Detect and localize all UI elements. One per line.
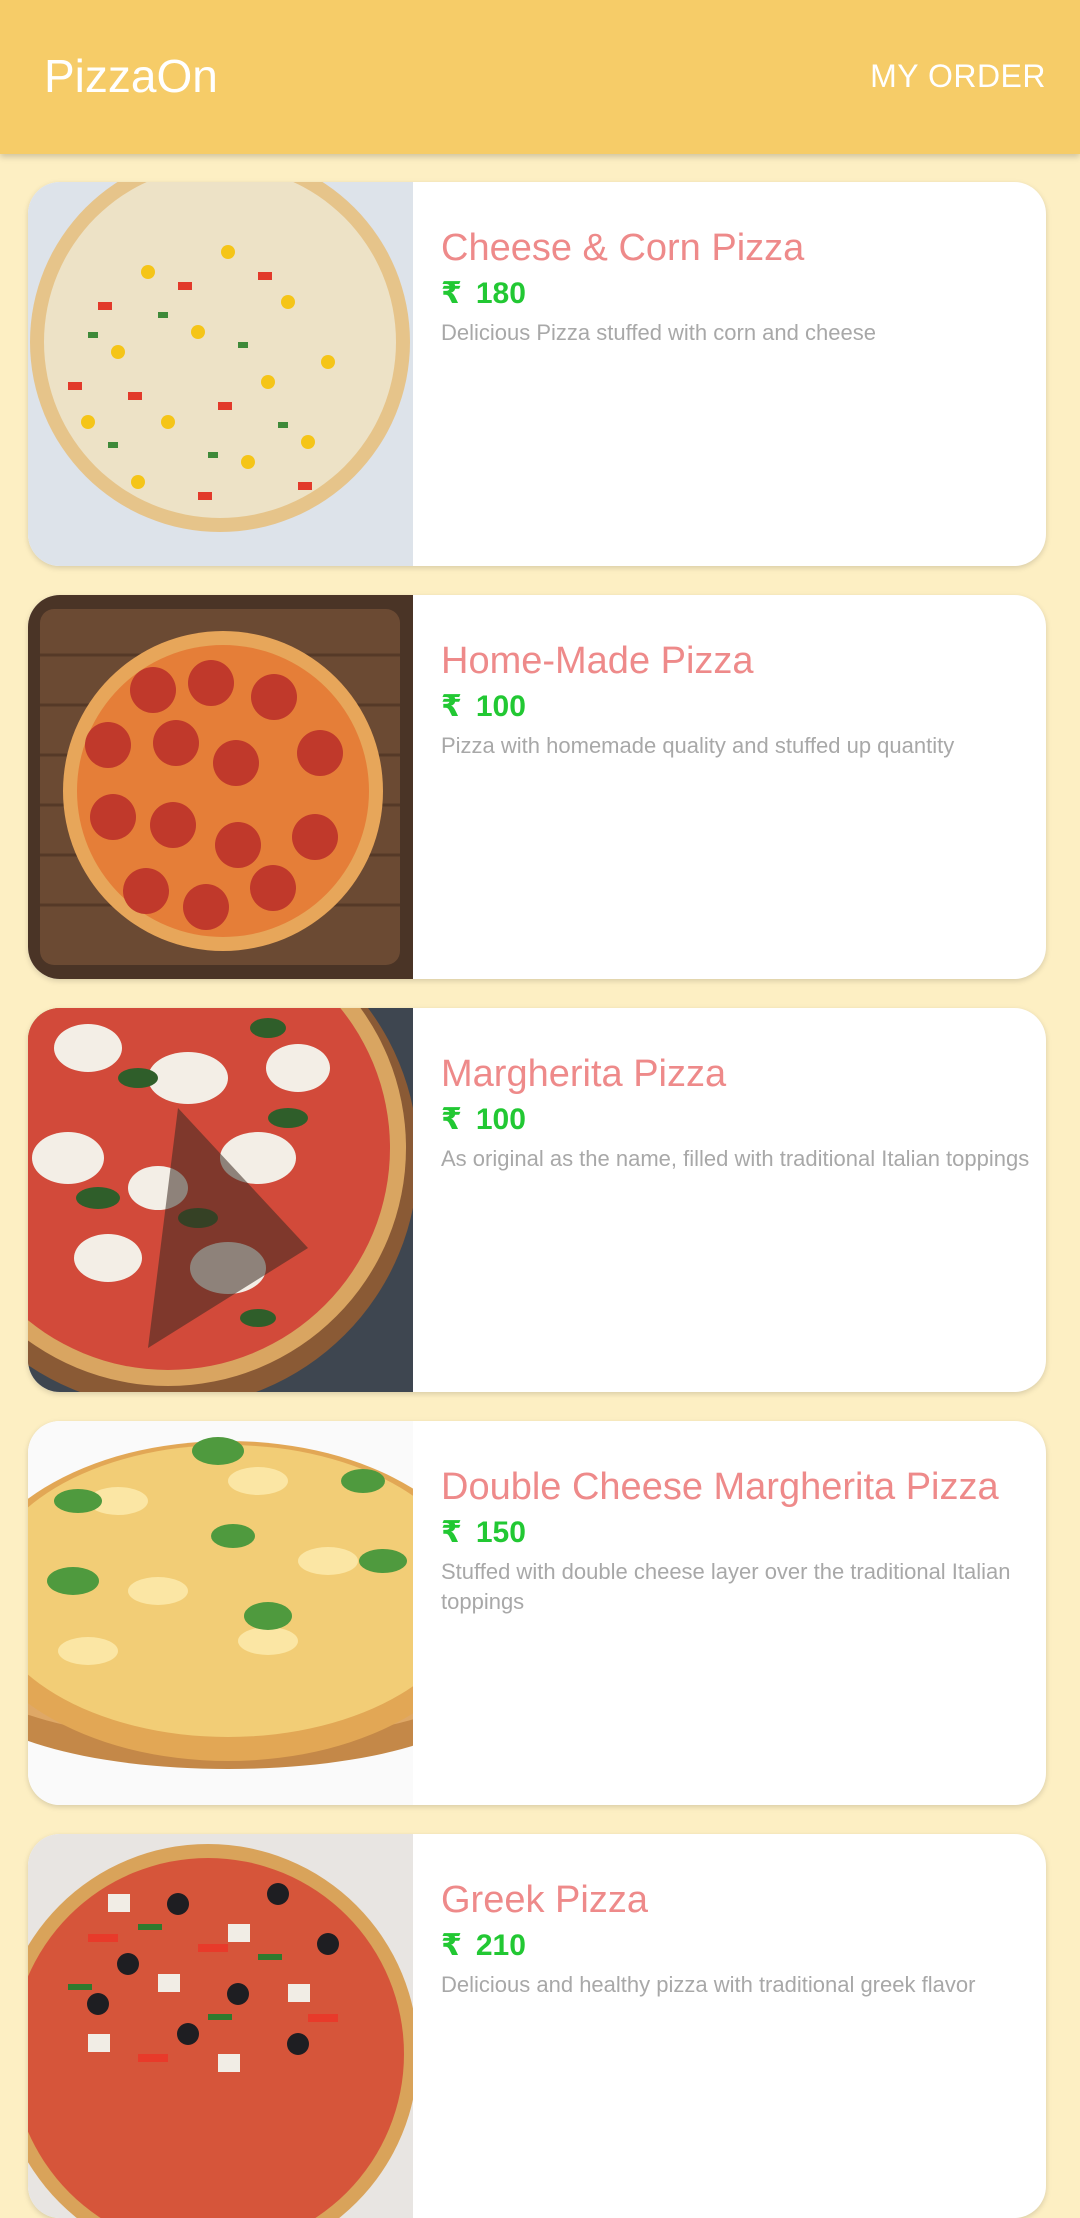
currency-symbol: ₹ [441, 277, 462, 310]
pizza-name: Margherita Pizza [441, 1053, 727, 1095]
double-cheese-pizza-image [28, 1421, 413, 1805]
app-bar: PizzaOn MY ORDER [0, 0, 1080, 154]
pizza-description: Stuffed with double cheese layer over th… [441, 1559, 1011, 1614]
pepperoni-pizza-image [28, 595, 413, 979]
pizza-card-double-cheese[interactable]: Double Cheese Margherita Pizza ₹150 Stuf… [28, 1421, 1046, 1805]
currency-symbol: ₹ [441, 1516, 462, 1549]
pizza-card-cheese-corn[interactable]: Cheese & Corn Pizza ₹180 Delicious Pizza… [28, 182, 1046, 566]
currency-symbol: ₹ [441, 1103, 462, 1136]
pizza-price: ₹100 [441, 1100, 1036, 1140]
pizza-description: As original as the name, filled with tra… [441, 1146, 1030, 1171]
pizza-info: Greek Pizza ₹210 Delicious and healthy p… [441, 1876, 1036, 2000]
my-order-button[interactable]: MY ORDER [870, 56, 1046, 96]
pizza-list[interactable]: Cheese & Corn Pizza ₹180 Delicious Pizza… [0, 0, 1080, 2218]
pizza-card-margherita[interactable]: Margherita Pizza ₹100 As original as the… [28, 1008, 1046, 1392]
greek-pizza-image [28, 1834, 413, 2218]
price-value: 100 [475, 1103, 526, 1136]
pizza-info: Margherita Pizza ₹100 As original as the… [441, 1050, 1036, 1174]
pizza-card-greek[interactable]: Greek Pizza ₹210 Delicious and healthy p… [28, 1834, 1046, 2218]
pizza-name: Cheese & Corn Pizza [441, 227, 805, 269]
pizza-name: Home-Made Pizza [441, 640, 754, 682]
pizza-description: Delicious and healthy pizza with traditi… [441, 1972, 976, 1997]
pizza-price: ₹100 [441, 687, 1036, 727]
app-title: PizzaOn [44, 50, 218, 102]
price-value: 100 [475, 690, 526, 723]
currency-symbol: ₹ [441, 1929, 462, 1962]
pizza-price: ₹180 [441, 274, 1036, 314]
pizza-price: ₹150 [441, 1513, 1036, 1553]
currency-symbol: ₹ [441, 690, 462, 723]
cheese-corn-pizza-image [28, 182, 413, 566]
pizza-name: Double Cheese Margherita Pizza [441, 1466, 999, 1508]
price-value: 210 [475, 1929, 526, 1962]
price-value: 180 [475, 277, 526, 310]
pizza-info: Cheese & Corn Pizza ₹180 Delicious Pizza… [441, 224, 1036, 348]
price-value: 150 [475, 1516, 526, 1549]
pizza-price: ₹210 [441, 1926, 1036, 1966]
pizza-info: Double Cheese Margherita Pizza ₹150 Stuf… [441, 1463, 1036, 1617]
margherita-pizza-image [28, 1008, 413, 1392]
pizza-card-home-made[interactable]: Home-Made Pizza ₹100 Pizza with homemade… [28, 595, 1046, 979]
pizza-name: Greek Pizza [441, 1879, 648, 1921]
pizza-description: Delicious Pizza stuffed with corn and ch… [441, 320, 876, 345]
pizza-info: Home-Made Pizza ₹100 Pizza with homemade… [441, 637, 1036, 761]
pizza-description: Pizza with homemade quality and stuffed … [441, 733, 955, 758]
